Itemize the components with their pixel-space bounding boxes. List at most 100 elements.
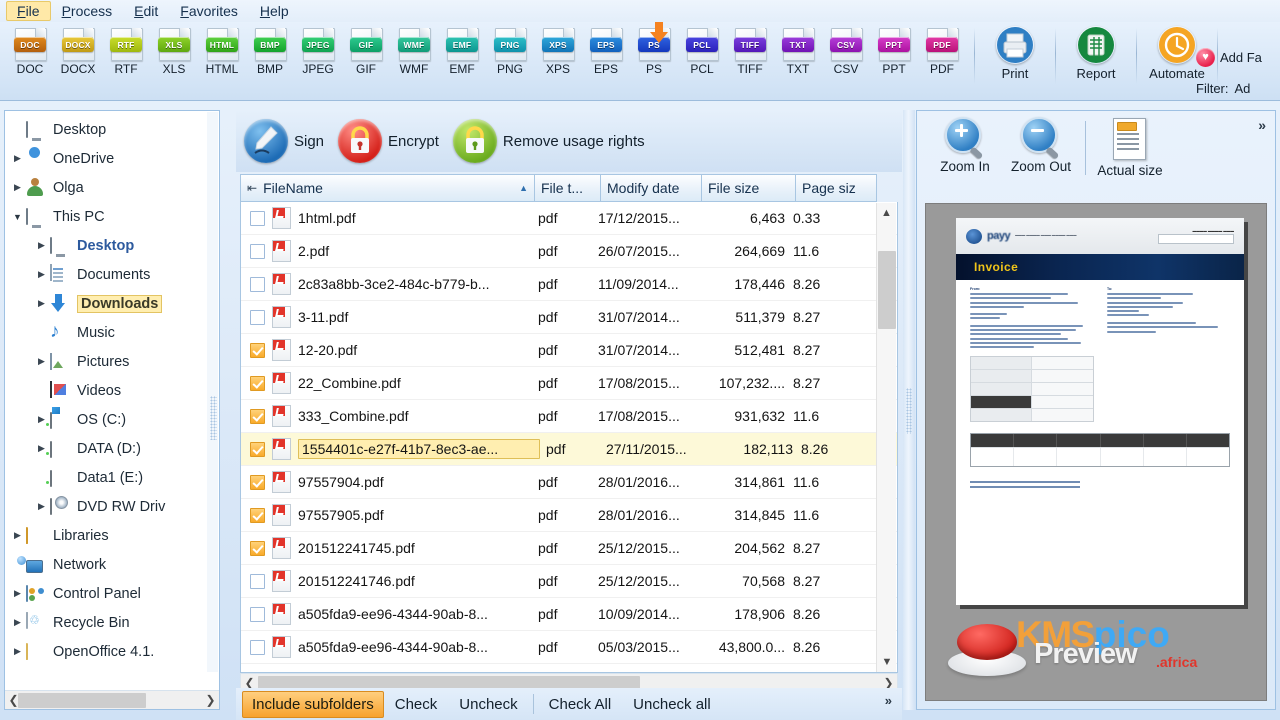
tree-hscroll-thumb[interactable] [18,692,146,708]
file-list-vertical-scrollbar[interactable]: ▲ ▼ [876,203,896,672]
remove-usage-rights-button[interactable]: Remove usage rights [452,119,645,163]
menu-help[interactable]: Help [249,1,300,21]
tree-hscroll-right-arrow[interactable]: ❯ [202,693,219,707]
column-header-file-t[interactable]: File t... [534,174,600,202]
zoom-in-button[interactable]: Zoom In [927,117,1003,174]
tree-item-pictures[interactable]: ▶ Pictures [5,347,219,376]
format-button-jpeg[interactable]: JPEG JPEG [294,22,342,76]
column-header-file-size[interactable]: File size [701,174,795,202]
format-button-eps[interactable]: EPS EPS [582,22,630,76]
format-button-rtf[interactable]: RTF RTF [102,22,150,76]
column-header-page-siz[interactable]: Page siz [795,174,877,202]
tree-vertical-scrollbar[interactable] [207,112,218,672]
row-checkbox[interactable] [250,507,265,523]
column-header-filename[interactable]: ⇤ FileName ▲ [240,174,534,202]
uncheck-all-button[interactable]: Uncheck all [622,696,722,713]
add-favorite-button[interactable]: ♥ Add Fa [1196,48,1262,67]
file-list-body[interactable]: 1html.pdf pdf 17/12/2015... 6,463 0.33 2.pdf p… [240,202,898,673]
format-button-gif[interactable]: GIF GIF [342,22,390,76]
sign-button[interactable]: Sign [244,119,324,163]
tree-expander[interactable]: ▶ [9,182,26,193]
tree-item-libraries[interactable]: ▶ Libraries [5,521,219,550]
column-header-modify-date[interactable]: Modify date [600,174,701,202]
table-row[interactable]: 97557904.pdf pdf 28/01/2016... 314,861 11.6 [241,466,897,499]
menu-process[interactable]: Process [51,1,124,21]
row-checkbox[interactable] [250,540,265,556]
panel-splitter-grip[interactable] [906,388,912,434]
tree-item-recycle-bin[interactable]: ▶ Recycle Bin [5,608,219,637]
table-row[interactable]: a505fda9-ee96-4344-90ab-8... pdf 05/03/201… [241,631,897,664]
tree-scroll-grip[interactable] [210,396,217,440]
row-checkbox[interactable] [250,276,265,292]
bottom-bar-overflow-button[interactable]: » [885,693,892,708]
tree-item-network[interactable]: Network [5,550,219,579]
format-button-emf[interactable]: EMF EMF [438,22,486,76]
report-button[interactable]: Report [1064,22,1128,81]
row-checkbox[interactable] [250,639,265,655]
tree-item-this-pc[interactable]: ▼ This PC [5,202,219,231]
format-button-doc[interactable]: DOC DOC [6,22,54,76]
row-checkbox[interactable] [250,342,265,358]
tree-item-control-panel[interactable]: ▶ Control Panel [5,579,219,608]
tree-expander[interactable]: ▶ [33,298,50,309]
table-row[interactable]: a505fda9-ee96-4344-90ab-8... pdf 10/09/201… [241,598,897,631]
format-button-txt[interactable]: TXT TXT [774,22,822,76]
menu-file[interactable]: FFileile [6,1,51,21]
tree-expander[interactable]: ▶ [9,153,26,164]
encrypt-button[interactable]: Encrypt [338,119,439,163]
tree-item-desktop[interactable]: Desktop [5,115,219,144]
table-row[interactable]: 1html.pdf pdf 17/12/2015... 6,463 0.33 [241,202,897,235]
table-row[interactable]: 201512241745.pdf pdf 25/12/2015... 204,562 8… [241,532,897,565]
tree-expander[interactable]: ▶ [33,356,50,367]
tree-item-data-d[interactable]: ▶ DATA (D:) [5,434,219,463]
file-list-scroll-thumb[interactable] [878,251,896,329]
tree-expander[interactable]: ▶ [33,269,50,280]
format-button-ppt[interactable]: PPT PPT [870,22,918,76]
tree-expander[interactable]: ▼ [9,212,26,222]
folder-tree-panel[interactable]: Desktop ▶ OneDrive ▶ Olga ▼ This PC ▶ Desktop ▶ Do… [4,110,220,710]
format-button-docx[interactable]: DOCX DOCX [54,22,102,76]
row-checkbox[interactable] [250,408,265,424]
row-checkbox[interactable] [250,573,265,589]
preview-canvas[interactable]: payy ▬▬▬ ▬▬▬▬ ▬▬▬ ▬▬▬▬ ▬▬▬ ▬▬▬▬ ▬▬▬▬ ▬▬▬… [925,203,1267,701]
tree-item-data1-e[interactable]: Data1 (E:) [5,463,219,492]
format-button-pdf[interactable]: PDF PDF [918,22,966,76]
zoom-out-button[interactable]: Zoom Out [1003,117,1079,174]
format-button-wmf[interactable]: WMF WMF [390,22,438,76]
tree-item-os-c[interactable]: ▶ OS (C:) [5,405,219,434]
row-checkbox[interactable] [250,474,265,490]
format-button-pcl[interactable]: PCL PCL [678,22,726,76]
tree-expander[interactable]: ▶ [9,588,26,599]
format-button-xls[interactable]: XLS XLS [150,22,198,76]
tree-item-openoffice-4-1[interactable]: ▶ OpenOffice 4.1. [5,637,219,666]
filter-value[interactable]: Ad [1235,81,1251,96]
table-row[interactable]: 1554401c-e27f-41b7-8ec3-ae... pdf 27/11/20… [241,433,897,466]
tree-item-videos[interactable]: Videos [5,376,219,405]
format-button-html[interactable]: HTML HTML [198,22,246,76]
tree-item-documents[interactable]: ▶ Documents [5,260,219,289]
tree-expander[interactable]: ▶ [9,530,26,541]
format-button-csv[interactable]: CSV CSV [822,22,870,76]
file-list-column-headers[interactable]: ⇤ FileName ▲ File t... Modify date File size P… [240,174,898,202]
tree-item-onedrive[interactable]: ▶ OneDrive [5,144,219,173]
menu-favorites[interactable]: Favorites [169,1,249,21]
check-button[interactable]: Check [384,696,449,713]
preview-overflow-button[interactable]: » [1258,117,1266,133]
tree-item-olga[interactable]: ▶ Olga [5,173,219,202]
tree-item-downloads[interactable]: ▶ Downloads [5,289,219,318]
format-button-png[interactable]: PNG PNG [486,22,534,76]
include-subfolders-button[interactable]: Include subfolders [242,690,384,718]
tree-item-dvd-rw-driv[interactable]: ▶ DVD RW Driv [5,492,219,521]
actual-size-button[interactable]: Actual size [1092,117,1168,178]
row-checkbox[interactable] [250,375,265,391]
row-checkbox[interactable] [250,243,265,259]
table-row[interactable]: 2c83a8bb-3ce2-484c-b779-b... pdf 11/09/201… [241,268,897,301]
tree-horizontal-scrollbar[interactable]: ❮ ❯ [5,690,219,709]
format-button-tiff[interactable]: TIFF TIFF [726,22,774,76]
table-row[interactable]: 97557905.pdf pdf 28/01/2016... 314,845 11.6 [241,499,897,532]
check-all-button[interactable]: Check All [538,696,623,713]
table-row[interactable]: 12-20.pdf pdf 31/07/2014... 512,481 8.27 [241,334,897,367]
row-checkbox[interactable] [250,210,265,226]
tree-expander[interactable]: ▶ [33,240,50,251]
tree-item-music[interactable]: ♪ Music [5,318,219,347]
